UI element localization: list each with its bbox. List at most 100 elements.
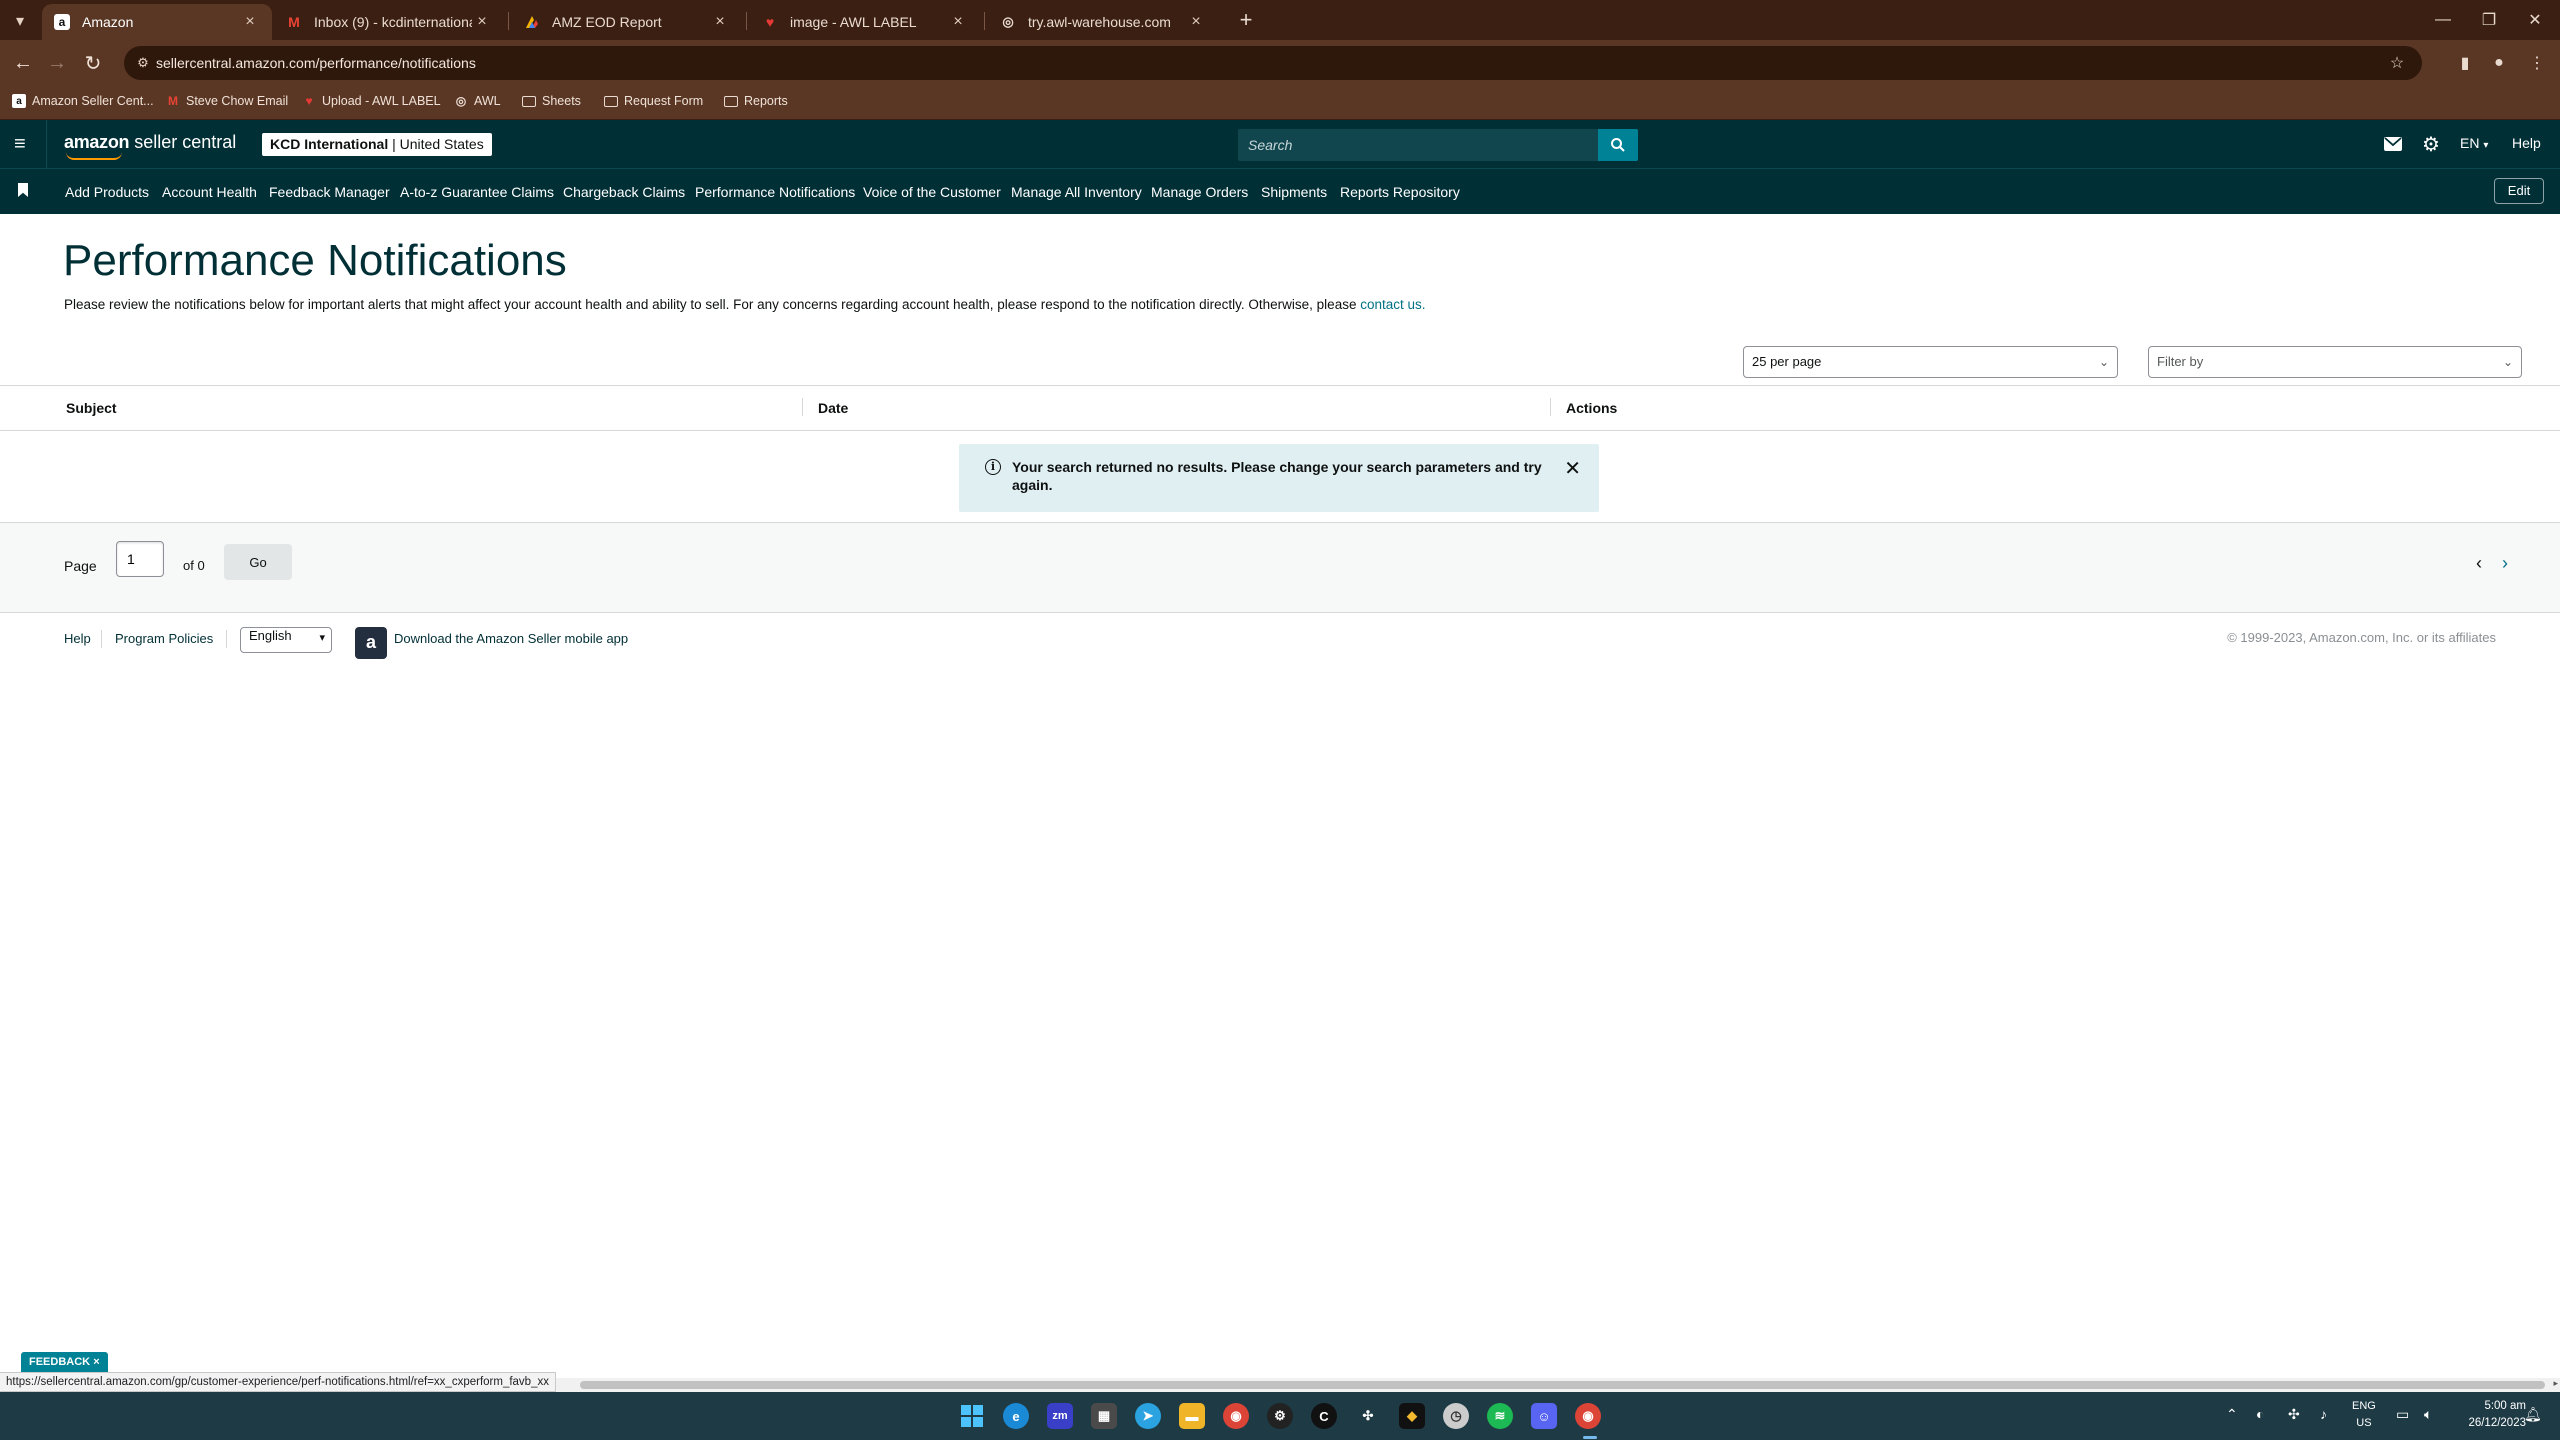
close-icon[interactable]: ×: [948, 13, 968, 31]
footer-help-link[interactable]: Help: [64, 631, 91, 646]
reload-icon[interactable]: ↻: [78, 48, 108, 78]
seller-central-logo[interactable]: amazon seller central: [64, 132, 236, 160]
nav-manage-orders[interactable]: Manage Orders: [1151, 184, 1248, 200]
hamburger-menu-icon[interactable]: ≡: [14, 133, 34, 155]
program-policies-link[interactable]: Program Policies: [115, 631, 213, 646]
bookmark-folder-sheets[interactable]: Sheets: [522, 94, 581, 108]
binance-icon[interactable]: ◆: [1399, 1403, 1425, 1429]
tab-amazon[interactable]: a Amazon ×: [42, 4, 272, 40]
bookmark-folder-request-form[interactable]: Request Form: [604, 94, 703, 108]
file-explorer-icon[interactable]: ▬: [1179, 1403, 1205, 1429]
chrome-icon[interactable]: ◉: [1223, 1403, 1249, 1429]
tab-awl-label[interactable]: ♥ image - AWL LABEL ×: [750, 4, 980, 40]
discord-icon[interactable]: ☺: [1531, 1403, 1557, 1429]
address-bar[interactable]: ⚙ sellercentral.amazon.com/performance/n…: [124, 46, 2422, 80]
clock-app-icon[interactable]: ◷: [1443, 1403, 1469, 1429]
bookmark-star-icon[interactable]: ☆: [2384, 50, 2410, 76]
new-tab-button[interactable]: +: [1232, 6, 1260, 34]
calculator-icon[interactable]: ▦: [1091, 1403, 1117, 1429]
minimize-icon[interactable]: —: [2420, 0, 2466, 40]
zoom-icon[interactable]: zm: [1047, 1403, 1073, 1429]
nav-shipments[interactable]: Shipments: [1261, 184, 1327, 200]
tray-network-app-icon[interactable]: ✣: [2288, 1406, 2300, 1423]
footer-language-select[interactable]: English ▾: [240, 627, 332, 653]
tab-awl-warehouse[interactable]: ◎ try.awl-warehouse.com ×: [988, 4, 1218, 40]
close-icon[interactable]: ×: [1186, 13, 1206, 31]
page-number-input[interactable]: [116, 541, 164, 577]
microphone-icon[interactable]: ♪: [2320, 1406, 2327, 1422]
forward-icon[interactable]: →: [42, 48, 72, 78]
telegram-icon[interactable]: ➤: [1135, 1403, 1161, 1429]
url-text[interactable]: sellercentral.amazon.com/performance/not…: [156, 55, 476, 71]
spotify-icon[interactable]: ≋: [1487, 1403, 1513, 1429]
close-icon[interactable]: ×: [93, 1356, 99, 1368]
nav-manage-all-inventory[interactable]: Manage All Inventory: [1011, 184, 1142, 200]
column-header-date[interactable]: Date: [818, 400, 848, 416]
bookmark-steve-chow-email[interactable]: M Steve Chow Email: [166, 94, 288, 108]
close-icon[interactable]: ×: [240, 13, 260, 31]
header-help-link[interactable]: Help: [2512, 135, 2541, 151]
tab-eod-report[interactable]: AMZ EOD Report ×: [512, 4, 742, 40]
close-alert-icon[interactable]: ✕: [1564, 456, 1581, 481]
edit-nav-button[interactable]: Edit: [2494, 178, 2544, 204]
input-language-indicator[interactable]: ENG US: [2352, 1398, 2376, 1432]
nav-performance-notifications[interactable]: Performance Notifications: [695, 184, 855, 200]
per-page-select[interactable]: 25 per page ⌄: [1743, 346, 2118, 378]
volume-icon[interactable]: 🔈︎: [2424, 1406, 2432, 1423]
edge-icon[interactable]: e: [1003, 1403, 1029, 1429]
tab-gmail[interactable]: M Inbox (9) - kcdinternationalllc@ ×: [274, 4, 504, 40]
chrome-profile-icon[interactable]: ◉: [1575, 1403, 1601, 1429]
next-page-icon[interactable]: ›: [2502, 553, 2508, 574]
mail-icon[interactable]: [2384, 133, 2402, 155]
windows-start-icon[interactable]: [959, 1403, 985, 1429]
tab-title: try.awl-warehouse.com: [1028, 14, 1171, 30]
close-icon[interactable]: ×: [472, 13, 492, 31]
bookmark-amazon-seller[interactable]: a Amazon Seller Cent...: [12, 94, 154, 108]
nav-voice-of-customer[interactable]: Voice of the Customer: [863, 184, 1001, 200]
side-panel-icon[interactable]: ▮: [2452, 50, 2478, 76]
nav-add-products[interactable]: Add Products: [65, 184, 149, 200]
nav-a-to-z-claims[interactable]: A-to-z Guarantee Claims: [400, 184, 554, 200]
network-icon[interactable]: ▭: [2396, 1406, 2409, 1423]
bookmark-icon[interactable]: [18, 183, 28, 197]
scrollbar-thumb[interactable]: [580, 1381, 2545, 1389]
close-icon[interactable]: ×: [710, 13, 730, 31]
notification-bell-icon[interactable]: 🔔︎: [2524, 1406, 2542, 1423]
globe-icon: ◎: [1002, 14, 1014, 29]
search-input[interactable]: [1238, 129, 1596, 161]
network-app-icon[interactable]: ✣: [1355, 1403, 1381, 1429]
app-c-icon[interactable]: C: [1311, 1403, 1337, 1429]
bookmark-folder-reports[interactable]: Reports: [724, 94, 788, 108]
site-info-icon[interactable]: ⚙: [134, 54, 152, 72]
scroll-right-icon[interactable]: ▸: [2553, 1378, 2558, 1389]
nav-chargeback-claims[interactable]: Chargeback Claims: [563, 184, 685, 200]
go-button[interactable]: Go: [224, 544, 292, 580]
tray-overflow-icon[interactable]: ⌃: [2226, 1406, 2238, 1423]
account-switcher[interactable]: KCD International | United States: [262, 133, 492, 156]
filter-by-select[interactable]: Filter by ⌄: [2148, 346, 2522, 378]
contact-us-link[interactable]: contact us.: [1360, 297, 1425, 312]
previous-page-icon[interactable]: ‹: [2476, 553, 2482, 574]
restore-icon[interactable]: ❐: [2466, 0, 2512, 40]
nav-account-health[interactable]: Account Health: [162, 184, 257, 200]
language-selector[interactable]: EN ▾: [2460, 135, 2488, 151]
download-app-link[interactable]: Download the Amazon Seller mobile app: [394, 631, 628, 646]
tray-app-icon[interactable]: ◐: [2256, 1406, 2264, 1422]
page-total: of 0: [183, 558, 205, 573]
column-header-subject[interactable]: Subject: [66, 400, 117, 416]
steam-icon[interactable]: ⚙: [1267, 1403, 1293, 1429]
system-clock[interactable]: 5:00 am 26/12/2023: [2468, 1398, 2526, 1432]
tab-search-dropdown-icon[interactable]: ▾: [6, 8, 34, 34]
more-menu-icon[interactable]: ⋮: [2524, 50, 2550, 76]
bookmark-awl[interactable]: ◎ AWL: [454, 94, 501, 108]
nav-feedback-manager[interactable]: Feedback Manager: [269, 184, 390, 200]
bookmark-upload-awl-label[interactable]: ♥ Upload - AWL LABEL: [302, 94, 440, 108]
search-button[interactable]: [1598, 129, 1638, 161]
nav-reports-repository[interactable]: Reports Repository: [1340, 184, 1460, 200]
amazon-app-icon[interactable]: a: [355, 627, 387, 659]
window-close-icon[interactable]: ✕: [2512, 0, 2558, 40]
profile-icon[interactable]: ●: [2486, 50, 2512, 76]
feedback-button[interactable]: FEEDBACK ×: [21, 1352, 108, 1372]
settings-gear-icon[interactable]: ⚙: [2422, 133, 2440, 156]
back-icon[interactable]: ←: [8, 48, 38, 78]
